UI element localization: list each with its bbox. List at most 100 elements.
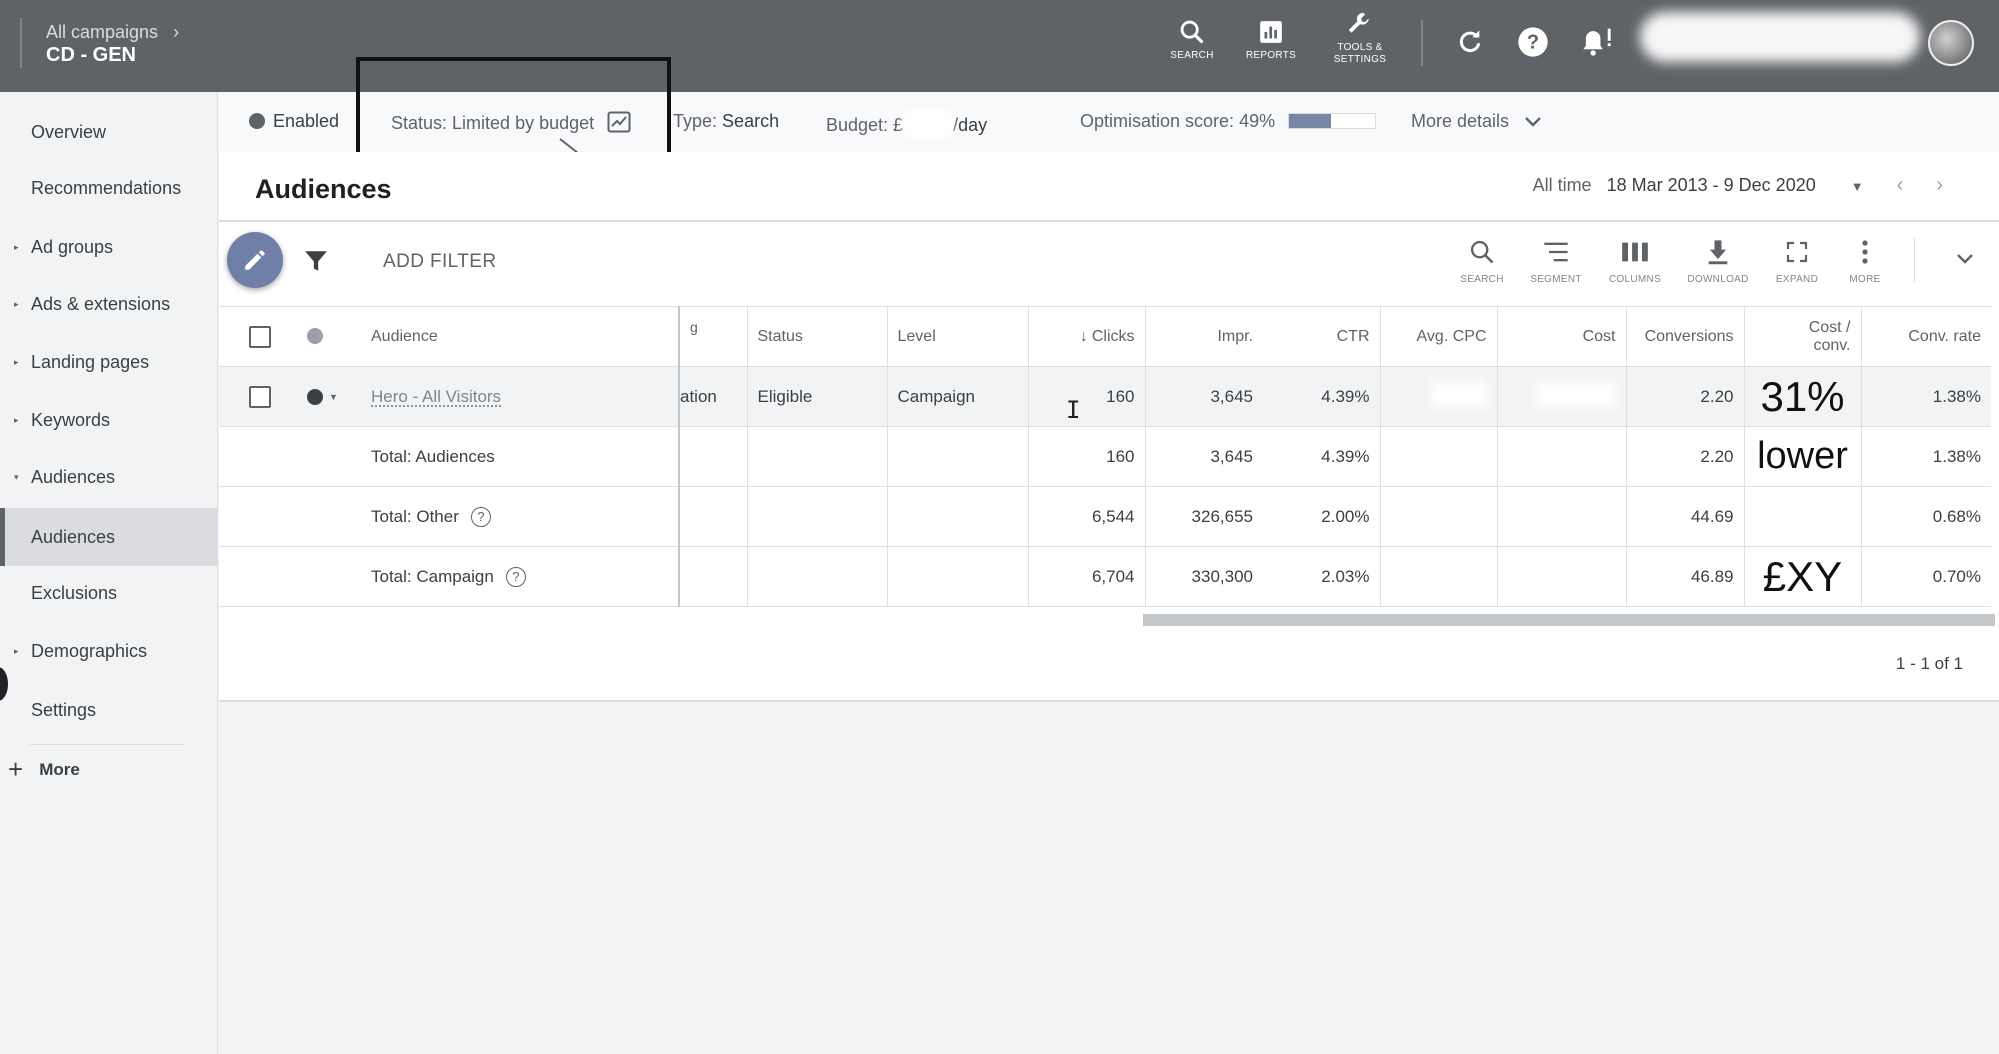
status-dot-header <box>301 306 361 367</box>
total-campaign-cost-conv-annotation: £XY <box>1744 546 1862 607</box>
help-icon[interactable]: ? <box>505 566 526 587</box>
account-info-redacted[interactable] <box>1640 12 1920 62</box>
sidebar-item-exclusions[interactable]: Exclusions <box>0 570 218 616</box>
dropdown-arrow-icon[interactable]: ▼ <box>1851 179 1864 194</box>
total-audiences-cost-conv-annotation: lower <box>1744 426 1862 487</box>
header-status[interactable]: Status <box>747 306 888 367</box>
total-audiences-label: Total: Audiences <box>361 426 680 487</box>
wrench-icon <box>1320 6 1400 42</box>
row-level: Campaign <box>887 366 1029 427</box>
empty-cell <box>747 546 888 607</box>
header-cost-conv[interactable]: Cost / conv. <box>1744 306 1862 367</box>
redacted-value <box>1535 561 1616 587</box>
filter-icon[interactable] <box>303 248 329 279</box>
optimisation-score[interactable]: Optimisation score: 49% <box>1080 111 1377 132</box>
row-impr: 3,645 <box>1145 366 1263 427</box>
reports-label: REPORTS <box>1245 50 1297 61</box>
sidebar-item-keywords[interactable]: ▸ Keywords <box>0 397 218 443</box>
search-icon <box>1450 236 1514 268</box>
optimisation-progress-fill <box>1289 114 1332 128</box>
sidebar-item-ad-groups[interactable]: ▸ Ad groups <box>0 224 218 270</box>
row-status-cell[interactable]: ▼ <box>301 366 361 427</box>
header-level[interactable]: Level <box>887 306 1029 367</box>
notifications-icon[interactable] <box>1580 24 1616 60</box>
sidebar-item-landing-pages[interactable]: ▸ Landing pages <box>0 339 218 385</box>
row-clicks: 160 <box>1028 366 1146 427</box>
tool-label: COLUMNS <box>1608 274 1662 285</box>
empty-cell <box>219 486 301 547</box>
columns-button[interactable]: COLUMNS <box>1603 236 1667 285</box>
help-icon[interactable]: ? <box>470 506 491 527</box>
total-audiences-ctr: 4.39% <box>1263 426 1381 487</box>
annotation-text: £XY <box>1762 552 1843 600</box>
next-period-icon[interactable]: › <box>1936 174 1943 196</box>
sidebar-item-demographics[interactable]: ▸ Demographics <box>0 628 218 674</box>
header-clicks[interactable]: ↓ Clicks <box>1028 306 1146 367</box>
table-row[interactable]: ▼ Hero - All Visitors ation Eligible Cam… <box>219 366 1991 427</box>
tools-label: TOOLS & <box>1337 42 1383 53</box>
help-icon[interactable]: ? <box>1515 24 1551 60</box>
horizontal-scrollbar[interactable] <box>1143 614 1995 626</box>
segment-button[interactable]: SEGMENT <box>1524 236 1588 285</box>
enabled-status[interactable]: Enabled <box>249 111 339 132</box>
sidebar-item-recommendations[interactable]: Recommendations <box>0 165 218 211</box>
sidebar-item-overview[interactable]: Overview <box>0 109 218 155</box>
total-campaign-clicks: 6,704 <box>1028 546 1146 607</box>
avatar[interactable] <box>1928 20 1974 66</box>
annotation-text: lower <box>1757 435 1848 477</box>
header-ctr[interactable]: CTR <box>1263 306 1381 367</box>
optimisation-value: 49% <box>1239 111 1276 131</box>
tools-settings-button[interactable]: TOOLS & SETTINGS <box>1320 6 1400 66</box>
campaign-budget[interactable]: Budget: £ /day <box>826 111 987 137</box>
header-avg-cpc[interactable]: Avg. CPC <box>1380 306 1498 367</box>
type-label: Type: <box>673 111 718 131</box>
expand-icon <box>1765 236 1829 268</box>
audience-link[interactable]: Hero - All Visitors <box>371 387 501 406</box>
row-ctr: 4.39% <box>1263 366 1381 427</box>
empty-cell <box>219 546 301 607</box>
sidebar-item-ads-extensions[interactable]: ▸ Ads & extensions <box>0 281 218 327</box>
total-other-impr: 326,655 <box>1145 486 1263 547</box>
main-panel: Audiences All time 18 Mar 2013 - 9 Dec 2… <box>219 152 1999 702</box>
search-button[interactable]: SEARCH <box>1152 14 1232 62</box>
edit-button[interactable] <box>227 232 283 288</box>
chevron-down-icon[interactable] <box>1955 252 1975 271</box>
header-audience[interactable]: Audience <box>361 306 680 367</box>
chevron-right-icon: › <box>173 22 180 42</box>
date-range-picker[interactable]: All time 18 Mar 2013 - 9 Dec 2020 ▼ ‹ › <box>1533 174 1943 197</box>
redacted-cell <box>1497 486 1627 547</box>
add-filter-button[interactable]: ADD FILTER <box>383 251 496 273</box>
more-details-button[interactable]: More details <box>1411 111 1542 133</box>
campaign-name[interactable]: CD - GEN <box>46 44 136 67</box>
header-targeting[interactable]: g <box>679 306 748 367</box>
sidebar-item-audiences[interactable]: Audiences <box>0 508 218 566</box>
header-cost[interactable]: Cost <box>1497 306 1627 367</box>
reports-button[interactable]: REPORTS <box>1231 14 1311 62</box>
expand-button[interactable]: EXPAND <box>1765 236 1829 285</box>
breadcrumb[interactable]: All campaigns › <box>46 22 179 43</box>
plus-icon: + <box>8 754 24 784</box>
row-targeting-cell: ation <box>679 366 748 427</box>
select-all-checkbox[interactable] <box>249 325 271 348</box>
sidebar-item-settings[interactable]: Settings <box>0 687 218 733</box>
refresh-icon[interactable] <box>1452 24 1488 60</box>
breadcrumb-parent[interactable]: All campaigns <box>46 22 158 42</box>
sidebar-item-label: Audiences <box>31 466 116 487</box>
redacted-value <box>1430 441 1487 467</box>
more-options-button[interactable]: MORE <box>1833 236 1897 285</box>
row-cost-conv-annotation: 31% <box>1744 366 1862 427</box>
sidebar-item-audiences-group[interactable]: ▾ Audiences <box>0 454 218 500</box>
budget-label: Budget: £ <box>826 115 904 135</box>
header-impr[interactable]: Impr. <box>1145 306 1263 367</box>
previous-period-icon[interactable]: ‹ <box>1897 174 1904 196</box>
text-cursor-icon: I <box>1066 396 1081 424</box>
table-search-button[interactable]: SEARCH <box>1450 236 1514 285</box>
header-conversions[interactable]: Conversions <box>1626 306 1745 367</box>
status-dot-icon <box>307 389 323 406</box>
sidebar-more-button[interactable]: + More <box>8 754 80 785</box>
header-conv-rate[interactable]: Conv. rate <box>1861 306 1991 367</box>
caret-right-icon: ▸ <box>14 645 19 656</box>
download-button[interactable]: DOWNLOAD <box>1686 236 1750 285</box>
redacted-value <box>1430 561 1487 587</box>
row-checkbox[interactable] <box>249 385 271 408</box>
